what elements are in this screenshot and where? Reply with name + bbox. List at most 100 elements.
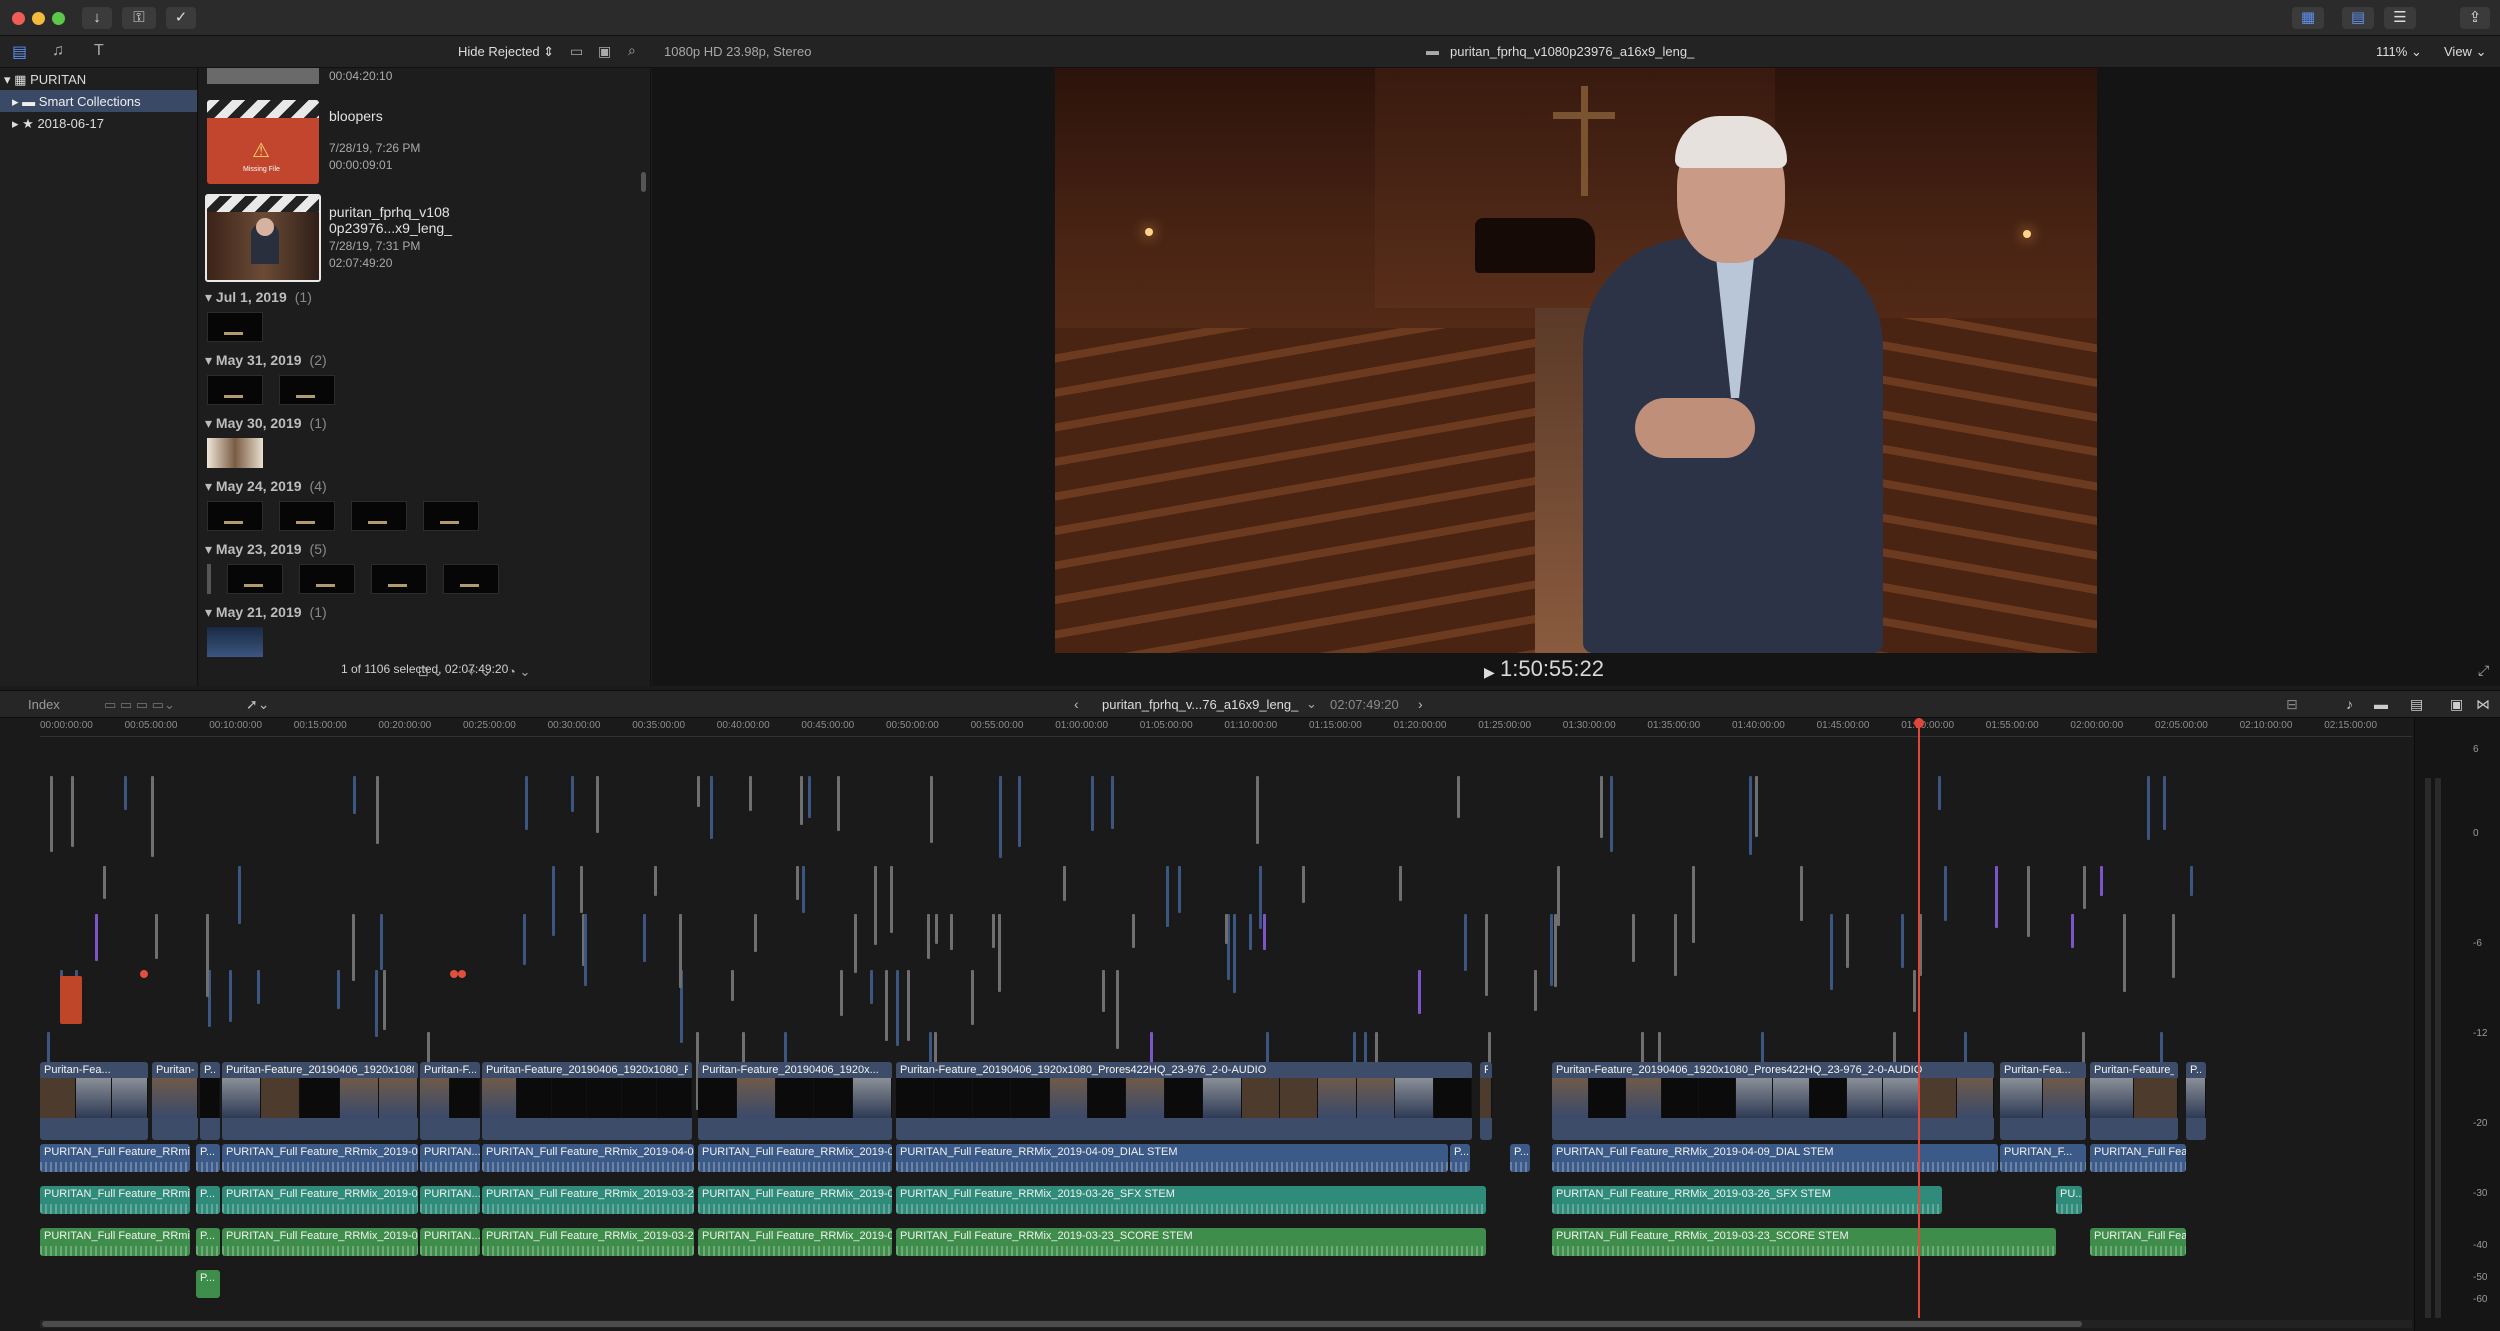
sfx-audio-clip[interactable]: PURITAN_Full Feature_RRMix_2019-03... xyxy=(222,1186,418,1214)
skimming-icon[interactable]: ⊟ xyxy=(2286,696,2298,713)
clip-thumbnail-bloopers[interactable]: ⚠ Missing File xyxy=(207,100,319,184)
fullscreen-icon[interactable]: ⤢ xyxy=(2478,662,2489,679)
connected-clip[interactable] xyxy=(352,914,355,981)
connected-clip[interactable] xyxy=(1266,1032,1269,1066)
select-tool-icon[interactable]: ➚⌄ xyxy=(246,696,269,713)
forward-arrow-icon[interactable]: › xyxy=(1418,696,1423,712)
connected-clip[interactable] xyxy=(1111,776,1114,829)
connected-clip[interactable] xyxy=(1178,866,1181,913)
connected-clip[interactable] xyxy=(1418,970,1421,1014)
video-clip[interactable]: Puritan-F... xyxy=(420,1062,480,1140)
clip-thumbnail[interactable] xyxy=(207,312,263,342)
filmstrip-view-icon[interactable]: ▭ xyxy=(570,43,583,60)
connected-clip[interactable] xyxy=(257,970,260,1004)
hide-rejected-filter[interactable]: Hide Rejected ⇕ xyxy=(458,44,554,60)
score-audio-clip[interactable]: P... xyxy=(196,1228,220,1256)
connected-clip[interactable] xyxy=(238,866,241,924)
sidebar-item-event-2018-06-17[interactable]: ▸ ★ 2018-06-17 xyxy=(12,116,104,132)
score-audio-clip[interactable]: PURITAN_Full Feature_RRMix_2019-03-23... xyxy=(482,1228,694,1256)
connected-clip[interactable] xyxy=(525,776,528,830)
library-row[interactable]: ▾ ▦ PURITAN xyxy=(4,72,86,88)
clip-thumbnail[interactable] xyxy=(207,501,263,531)
video-clip[interactable]: Puritan-Fea... xyxy=(40,1062,148,1140)
connected-clip[interactable] xyxy=(1534,970,1537,1011)
connected-clip[interactable] xyxy=(1913,970,1916,1012)
index-toggle-icon[interactable]: ▤ xyxy=(2410,696,2423,713)
connected-clip[interactable] xyxy=(697,776,700,807)
connected-clip[interactable] xyxy=(754,914,757,952)
clip-thumbnail[interactable] xyxy=(371,564,427,594)
connected-clip[interactable] xyxy=(50,776,53,852)
connected-clip[interactable] xyxy=(1263,914,1266,950)
dial-audio-clip[interactable]: P... xyxy=(196,1144,220,1172)
titles-generators-icon[interactable]: T xyxy=(94,42,104,60)
effects-browser-icon[interactable]: ▣ xyxy=(2450,696,2463,713)
speed-menu-icon[interactable]: ◔ ⌄ xyxy=(508,664,530,680)
dial-audio-clip[interactable]: PURITAN_Full Feature_RRmix_2019-04-09... xyxy=(482,1144,694,1172)
transform-menu-icon[interactable]: ⊡ ⌄ xyxy=(418,664,443,680)
clip-thumbnail-puritan[interactable] xyxy=(205,194,321,282)
project-name[interactable]: puritan_fprhq_v...76_a16x9_leng_ xyxy=(1102,697,1298,712)
connected-clip[interactable] xyxy=(1995,866,1998,928)
connected-clip[interactable] xyxy=(376,776,379,844)
connected-clip[interactable] xyxy=(1399,866,1402,901)
connected-clip[interactable] xyxy=(1464,914,1467,971)
connected-clip[interactable] xyxy=(929,1032,932,1066)
score-audio-clip[interactable]: P... xyxy=(196,1270,220,1298)
connected-clip[interactable] xyxy=(71,776,74,847)
connected-clip[interactable] xyxy=(840,970,843,1016)
connected-clip[interactable] xyxy=(999,776,1002,858)
minimize-window-button[interactable] xyxy=(32,12,45,25)
date-group-header[interactable]: ▾ May 30, 2019 (1) xyxy=(205,415,327,432)
play-icon[interactable]: ▶ xyxy=(1484,664,1495,681)
timeline-toggle-button[interactable]: ▤ xyxy=(2342,7,2374,29)
connected-clip[interactable] xyxy=(383,970,386,1030)
video-clip[interactable]: Puritan-Feature_20190406_1920x... xyxy=(698,1062,892,1140)
connected-clip[interactable] xyxy=(2071,914,2074,948)
connected-clip[interactable] xyxy=(854,914,857,973)
sfx-audio-clip[interactable]: PURITAN... xyxy=(420,1186,480,1214)
connected-clip[interactable] xyxy=(890,866,893,933)
share-button[interactable]: ⇪ xyxy=(2460,7,2490,29)
connected-clip[interactable] xyxy=(1600,776,1603,838)
clip-thumbnail[interactable] xyxy=(351,501,407,531)
edit-buttons-icon[interactable]: ▭ ▭ ▭ ▭⌄ xyxy=(104,697,175,713)
connected-clip[interactable] xyxy=(1256,776,1259,844)
connected-clip[interactable] xyxy=(800,776,803,825)
sfx-audio-clip[interactable]: PURITAN_Full Feature_RRMix_2019-03-26_SF… xyxy=(896,1186,1486,1214)
date-group-header[interactable]: ▾ May 31, 2019 (2) xyxy=(205,352,327,369)
dial-audio-clip[interactable]: PURITAN_Full Feature_RRmix... xyxy=(40,1144,190,1172)
connected-clip[interactable] xyxy=(103,866,106,899)
marker[interactable] xyxy=(450,970,458,978)
connected-clip[interactable] xyxy=(584,914,587,986)
connected-clip[interactable] xyxy=(2027,866,2030,937)
clip-appearance-icon[interactable]: ▬ xyxy=(2374,696,2388,712)
back-arrow-icon[interactable]: ‹ xyxy=(1074,696,1079,712)
connected-clip[interactable] xyxy=(1749,776,1752,855)
connected-clip[interactable] xyxy=(1632,914,1635,962)
connected-clip[interactable] xyxy=(802,866,805,913)
connected-clip[interactable] xyxy=(935,914,938,944)
connected-clip[interactable] xyxy=(749,776,752,811)
connected-clip[interactable] xyxy=(1674,914,1677,976)
sidebar-item-smart-collections[interactable]: ▸ ▬ Smart Collections xyxy=(0,90,197,112)
video-clip[interactable]: Puritan-Feature_... xyxy=(2090,1062,2178,1140)
video-clip[interactable]: Puritan-Feature_20190406_1920x1080... xyxy=(222,1062,418,1140)
dial-audio-clip[interactable]: PURITAN... xyxy=(420,1144,480,1172)
connected-clip[interactable] xyxy=(885,970,888,1041)
connected-clip[interactable] xyxy=(375,970,378,1037)
disclosure-down-icon[interactable]: ▾ xyxy=(4,72,11,87)
connected-clip[interactable] xyxy=(971,970,974,1025)
connected-clip[interactable] xyxy=(930,776,933,843)
dial-audio-clip[interactable]: P... xyxy=(1450,1144,1470,1172)
video-clip[interactable]: Puritan-Feature_20190406_1920x1080_Prore… xyxy=(896,1062,1472,1140)
sfx-audio-clip[interactable]: PURITAN_Full Feature_RRmix_2019-03-26... xyxy=(482,1186,694,1214)
photos-audio-icon[interactable]: ♫ xyxy=(52,42,64,60)
connected-clip[interactable] xyxy=(1116,970,1119,1049)
connected-clip[interactable] xyxy=(710,776,713,839)
connected-clip[interactable] xyxy=(1457,776,1460,818)
import-button[interactable]: ↓ xyxy=(82,7,112,29)
enhance-menu-icon[interactable]: ✧ ⌄ xyxy=(466,664,491,680)
connected-clip[interactable] xyxy=(1233,914,1236,993)
connected-clip[interactable] xyxy=(1944,866,1947,921)
